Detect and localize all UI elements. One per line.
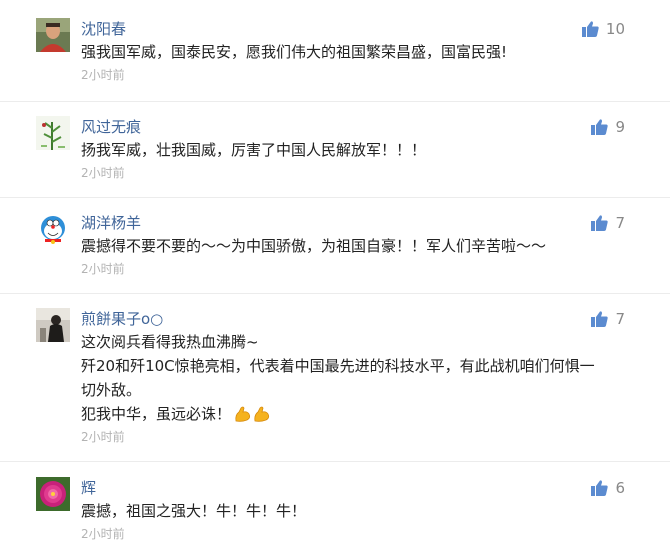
comment-text: 震撼得不要不要的～～为中国骄傲，为祖国自豪！！军人们辛苦啦～～: [81, 237, 547, 255]
comment-text: 这次阅兵看得我热血沸腾~: [81, 333, 259, 351]
comment-divider: [0, 461, 670, 462]
thumbs-up-icon: [581, 21, 599, 37]
like-count: 7: [615, 214, 625, 232]
comment-text: 震撼，祖国之强大！牛！牛！牛！: [81, 502, 307, 520]
comment-username[interactable]: 风过无痕: [81, 116, 141, 138]
comment-content: 扬我军威，壮我国威，厉害了中国人民解放军！！！ 2小时前: [81, 138, 636, 182]
comment-divider: [0, 293, 670, 294]
comment-text-line: 犯我中华，虽远必诛！: [81, 402, 636, 426]
thumbs-up-icon: [591, 480, 609, 496]
thumbs-up-icon: [591, 311, 609, 327]
comment-text-line: 震撼得不要不要的～～为中国骄傲，为祖国自豪！！军人们辛苦啦～～: [81, 234, 636, 258]
comment-text-line: 震撼，祖国之强大！牛！牛！牛！: [81, 499, 636, 523]
comment-text-line: 这次阅兵看得我热血沸腾~: [81, 330, 636, 354]
comment-divider: [0, 101, 670, 102]
comment-content: 强我国军威，国泰民安，愿我们伟大的祖国繁荣昌盛，国富民强! 2小时前: [81, 40, 636, 84]
comment-text: 歼20和歼10C惊艳亮相，代表着中国最先进的科技水平，有此战机咱们何惧一: [81, 357, 595, 375]
comment-content: 这次阅兵看得我热血沸腾~ 歼20和歼10C惊艳亮相，代表着中国最先进的科技水平，有…: [81, 330, 636, 446]
comment-username[interactable]: 煎餅果子o○: [81, 308, 163, 330]
like-button[interactable]: 7: [591, 212, 625, 234]
comment-timestamp: 2小时前: [81, 68, 125, 82]
comment-content: 震撼得不要不要的～～为中国骄傲，为祖国自豪！！军人们辛苦啦～～ 2小时前: [81, 234, 636, 278]
comment-divider: [0, 197, 670, 198]
comment-text-line: 扬我军威，壮我国威，厉害了中国人民解放军！！！: [81, 138, 636, 162]
like-count: 10: [605, 20, 625, 38]
like-button[interactable]: 9: [591, 116, 625, 138]
like-button[interactable]: 7: [591, 308, 625, 330]
comment-list: 沈阳春 10 强我国军威，国泰民安，愿我们伟大的祖国繁荣昌盛，国富民强! 2小时前 风过…: [0, 0, 670, 551]
comment-timestamp: 2小时前: [81, 527, 125, 541]
thumbs-up-icon: [591, 215, 609, 231]
avatar-doraemon[interactable]: [36, 212, 70, 246]
comment-username[interactable]: 湖洋杨羊: [81, 212, 141, 234]
avatar-man-portrait[interactable]: [36, 18, 70, 52]
avatar-person-photo[interactable]: [36, 308, 70, 342]
comment-text-line: 切外敌。: [81, 378, 636, 402]
comment-text: 犯我中华，虽远必诛！: [81, 405, 232, 423]
comment-timestamp: 2小时前: [81, 430, 125, 444]
comment-text: 扬我军威，壮我国威，厉害了中国人民解放军！！！: [81, 141, 427, 159]
avatar-bamboo-painting[interactable]: [36, 116, 70, 150]
comment-text-line: 歼20和歼10C惊艳亮相，代表着中国最先进的科技水平，有此战机咱们何惧一: [81, 354, 636, 378]
comment-username[interactable]: 辉: [81, 477, 96, 499]
comment-username[interactable]: 沈阳春: [81, 18, 126, 40]
comment-timestamp: 2小时前: [81, 166, 125, 180]
avatar-pink-peony[interactable]: [36, 477, 70, 511]
comment-text: 强我国军威，国泰民安，愿我们伟大的祖国繁荣昌盛，国富民强!: [81, 43, 508, 61]
like-count: 7: [615, 310, 625, 328]
comment-text: 切外敌。: [81, 381, 142, 399]
like-count: 9: [615, 118, 625, 136]
like-count: 6: [615, 479, 625, 497]
comment-timestamp: 2小时前: [81, 262, 125, 276]
comment-text-line: 强我国军威，国泰民安，愿我们伟大的祖国繁荣昌盛，国富民强!: [81, 40, 636, 64]
comment-content: 震撼，祖国之强大！牛！牛！牛！ 2小时前: [81, 499, 636, 543]
like-button[interactable]: 10: [581, 18, 625, 40]
flexed-biceps-emoji-icon: [234, 405, 271, 423]
thumbs-up-icon: [591, 119, 609, 135]
like-button[interactable]: 6: [591, 477, 625, 499]
